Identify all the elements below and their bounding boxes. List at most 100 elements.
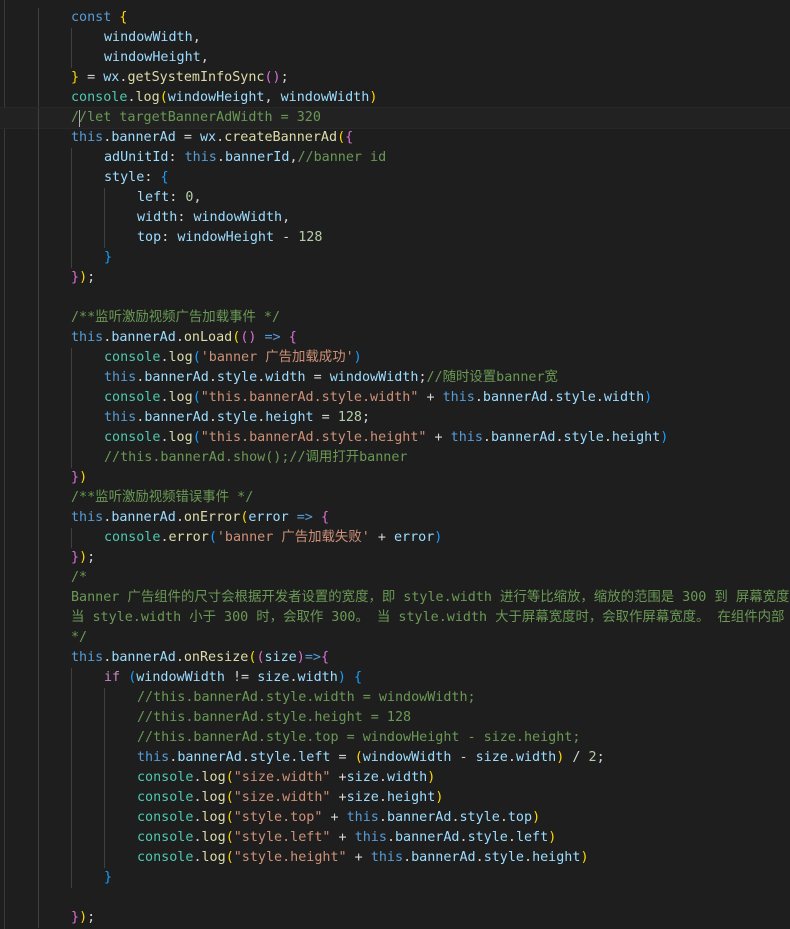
code-line[interactable]: top: windowHeight - 128 xyxy=(0,228,790,248)
indent-guide xyxy=(71,28,72,48)
indent-guide xyxy=(104,208,105,228)
code-line[interactable]: windowHeight, xyxy=(0,48,790,68)
code-text: this.bannerAd.onResize((size)=>{ xyxy=(71,648,329,668)
token: . xyxy=(160,350,169,365)
token: this xyxy=(71,510,104,525)
token: . xyxy=(499,810,508,825)
code-line[interactable]: //this.bannerAd.style.height = 128 xyxy=(0,708,790,728)
code-line[interactable]: console.log("this.bannerAd.style.width" … xyxy=(0,388,790,408)
token: 128 xyxy=(298,230,323,245)
code-line[interactable]: if (windowWidth != size.width) { xyxy=(0,668,790,688)
code-line[interactable]: console.error('banner 广告加载失败' + error) xyxy=(0,528,790,548)
token: } xyxy=(71,270,80,285)
code-line[interactable]: } xyxy=(0,248,790,268)
code-line[interactable]: style: { xyxy=(0,168,790,188)
code-line[interactable]: this.bannerAd.style.left = (windowWidth … xyxy=(0,748,790,768)
code-line[interactable]: */ xyxy=(0,628,790,648)
code-line[interactable]: console.log("style.top" + this.bannerAd.… xyxy=(0,808,790,828)
token: this xyxy=(71,130,104,145)
code-line[interactable]: }); xyxy=(0,268,790,288)
token: this xyxy=(137,750,170,765)
code-line[interactable]: this.bannerAd.onLoad(() => { xyxy=(0,328,790,348)
token: ( xyxy=(159,90,168,105)
code-text: left: 0, xyxy=(137,188,202,208)
code-line[interactable]: console.log(windowHeight, windowWidth) xyxy=(0,88,790,108)
code-text: console.log("size.width" +size.height) xyxy=(137,788,443,808)
token: if xyxy=(104,670,121,685)
indent-guide xyxy=(38,848,39,868)
code-line[interactable]: //this.bannerAd.style.top = windowHeight… xyxy=(0,728,790,748)
token: width xyxy=(515,750,557,765)
code-line[interactable]: 当 style.width 小于 300 时，会取作 300。 当 style.… xyxy=(0,608,790,628)
indent-guide xyxy=(38,588,39,608)
code-line[interactable]: console.log("this.bannerAd.style.height"… xyxy=(0,428,790,448)
indent-guide xyxy=(71,408,72,428)
token: ) xyxy=(79,270,88,285)
code-line[interactable]: } xyxy=(0,868,790,888)
code-line[interactable] xyxy=(0,888,790,908)
code-line[interactable]: adUnitId: this.bannerId,//banner id xyxy=(0,148,790,168)
code-line[interactable]: }); xyxy=(0,548,790,568)
code-line[interactable]: this.bannerAd.onError(error => { xyxy=(0,508,790,528)
token: + xyxy=(426,430,451,445)
token: . xyxy=(160,390,169,405)
code-line[interactable]: }) xyxy=(0,468,790,488)
token: . xyxy=(603,430,612,445)
indent-guide xyxy=(38,208,39,228)
token: log xyxy=(201,850,226,865)
token: . xyxy=(193,810,202,825)
code-line[interactable]: Banner 广告组件的尺寸会根据开发者设置的宽度，即 style.width … xyxy=(0,588,790,608)
code-line[interactable]: const { xyxy=(0,8,790,28)
token: { xyxy=(288,330,297,345)
token: bannerAd xyxy=(111,330,176,345)
code-editor[interactable]: const {windowWidth, windowHeight,} = wx.g… xyxy=(0,0,790,929)
code-line[interactable]: //let targetBannerAdWidth = 320 xyxy=(0,107,790,129)
indent-guide xyxy=(71,448,72,468)
indent-guide xyxy=(38,68,39,88)
code-line[interactable]: console.log("style.left" + this.bannerAd… xyxy=(0,828,790,848)
code-line[interactable]: this.bannerAd.style.width = windowWidth;… xyxy=(0,368,790,388)
token: => xyxy=(304,650,321,665)
code-line[interactable]: windowWidth, xyxy=(0,28,790,48)
code-line[interactable]: /**监听激励视频广告加载事件 */ xyxy=(0,308,790,328)
token: log xyxy=(201,830,226,845)
token: ( xyxy=(225,770,234,785)
code-line[interactable]: this.bannerAd.onResize((size)=>{ xyxy=(0,648,790,668)
indent-guide xyxy=(38,368,39,388)
token: windowWidth xyxy=(329,370,419,385)
indent-guide xyxy=(104,708,105,728)
code-line[interactable] xyxy=(0,288,790,308)
token: "size.width" xyxy=(233,790,331,805)
indent-guide xyxy=(38,328,39,348)
code-line[interactable]: console.log("size.width" +size.height) xyxy=(0,788,790,808)
code-line[interactable]: width: windowWidth, xyxy=(0,208,790,228)
code-line[interactable]: //this.bannerAd.style.width = windowWidt… xyxy=(0,688,790,708)
token: { xyxy=(320,510,329,525)
token: height xyxy=(386,790,436,805)
indent-guide xyxy=(38,348,39,368)
code-line[interactable]: left: 0, xyxy=(0,188,790,208)
token: error xyxy=(168,530,209,545)
code-line[interactable]: console.log('banner 广告加载成功') xyxy=(0,348,790,368)
token: onError xyxy=(183,510,241,525)
code-line[interactable]: }); xyxy=(0,908,790,928)
code-line[interactable]: this.bannerAd = wx.createBannerAd({ xyxy=(0,128,790,148)
indent-guide xyxy=(38,888,39,908)
code-line[interactable]: this.bannerAd.style.height = 128; xyxy=(0,408,790,428)
token: left xyxy=(298,750,331,765)
code-line[interactable]: /**监听激励视频错误事件 */ xyxy=(0,488,790,508)
code-line[interactable]: /* xyxy=(0,568,790,588)
token: bannerAd xyxy=(386,810,452,825)
token: style xyxy=(249,750,291,765)
token: this xyxy=(71,650,104,665)
token: wx xyxy=(200,130,217,145)
code-line[interactable]: } = wx.getSystemInfoSync(); xyxy=(0,68,790,88)
code-line[interactable]: console.log("style.height" + this.banner… xyxy=(0,848,790,868)
token: . xyxy=(507,750,516,765)
code-line[interactable]: //this.bannerAd.show();//调用打开banner xyxy=(0,448,790,468)
indent-guide xyxy=(38,88,39,108)
code-text: this.bannerAd.style.height = 128; xyxy=(104,408,370,428)
token: : xyxy=(177,210,194,225)
code-line[interactable]: console.log("size.width" +size.width) xyxy=(0,768,790,788)
